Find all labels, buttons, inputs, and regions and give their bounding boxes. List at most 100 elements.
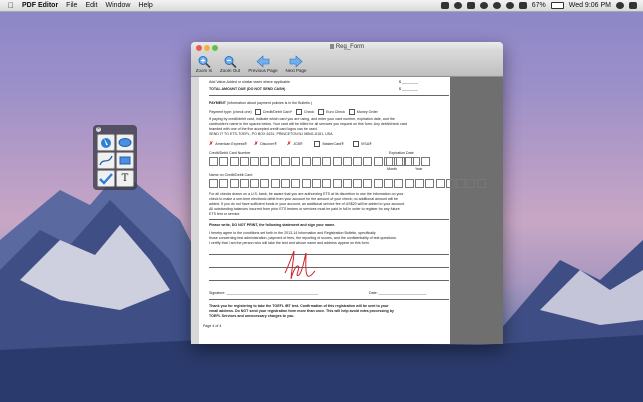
status-icon[interactable] [453, 2, 462, 9]
next-page-button[interactable]: Next Page [281, 55, 311, 73]
checks-note-5: ETS test or service. [209, 212, 241, 216]
month-label: Month [387, 167, 397, 171]
oval-tool-icon [118, 138, 132, 147]
divider [209, 95, 449, 96]
name-on-card-field[interactable] [209, 179, 487, 188]
pdf-window: Reg_Form Zoom In Zoom Out Previous Page … [191, 42, 503, 344]
total-line: TOTAL AMOUNT DUE (DO NOT SEND CASH) [209, 87, 286, 91]
oval-tool-button[interactable] [116, 134, 134, 151]
menu-bar:  PDF Editor File Edit Window Help 67% W… [0, 0, 643, 12]
zoom-out-button[interactable]: Zoom Out [216, 55, 244, 73]
menu-edit[interactable]: Edit [85, 0, 97, 11]
zoom-out-icon [224, 56, 237, 68]
wifi-icon[interactable] [505, 2, 514, 9]
card-instructions-3: branded with one of the five accepted cr… [209, 127, 318, 131]
checks-note-3: added. If you do not have sufficient fun… [209, 202, 406, 206]
pointer-tool-icon [101, 138, 111, 148]
rectangle-tool-icon [119, 156, 131, 165]
bluetooth-icon[interactable] [492, 2, 501, 9]
name-on-card-label: Name on Credit/Debit Card [209, 173, 253, 177]
page-gutter-right [450, 77, 503, 344]
apple-menu-icon[interactable]:  [8, 0, 14, 11]
vat-line: Add Value-Added or similar taxes where a… [209, 80, 291, 84]
arrow-left-icon [256, 55, 270, 68]
total-amount[interactable]: $ ________ [399, 87, 418, 91]
expiration-label: Expiration Date [389, 151, 414, 155]
menu-clock[interactable]: Wed 9:06 PM [569, 0, 611, 11]
thanks-line-2: email address. Do NOT send your registra… [209, 309, 394, 313]
card-instructions-2: cardholder's name in the spaces below. Y… [209, 122, 408, 126]
menu-help[interactable]: Help [138, 0, 152, 11]
expiration-month-field[interactable] [386, 157, 407, 166]
notification-center-icon[interactable] [629, 2, 637, 9]
vat-amount[interactable]: $ ________ [399, 80, 418, 84]
pen-tool-button[interactable] [97, 152, 115, 169]
time-machine-icon[interactable] [479, 2, 488, 9]
money-order-checkbox[interactable] [348, 109, 355, 115]
handwritten-signature[interactable] [279, 245, 319, 285]
close-button[interactable] [196, 45, 202, 51]
card-instructions: If paying by credit/debit card, indicate… [209, 117, 395, 121]
menu-file[interactable]: File [66, 0, 77, 11]
jcb-check-icon[interactable]: ✗ [287, 141, 291, 147]
checks-note-1: For all checks drawn on a U.S. bank, be … [209, 192, 404, 196]
check-checkbox[interactable] [295, 109, 302, 115]
minimize-button[interactable] [204, 45, 210, 51]
write-line-1[interactable] [209, 254, 449, 255]
agree-line-2: those concerning test administration, pa… [209, 236, 397, 240]
discover-check-icon[interactable]: ✗ [254, 141, 258, 147]
mastercard-checkbox[interactable] [314, 141, 321, 148]
previous-page-button[interactable]: Previous Page [244, 55, 282, 73]
battery-icon[interactable] [550, 2, 564, 9]
checks-note-4: All outstanding balances incurred from p… [209, 207, 400, 211]
visa-checkbox[interactable] [352, 141, 359, 148]
write-instruction: Please write, DO NOT PRINT, the followin… [209, 223, 336, 227]
amex-check-icon[interactable]: ✗ [209, 141, 213, 147]
thanks-line-1: Thank you for registering to take the TO… [209, 304, 389, 308]
page-gutter-left [191, 77, 199, 344]
checkmark-icon [99, 173, 113, 185]
tools-palette: × T [93, 125, 137, 190]
euro-check-checkbox[interactable] [318, 109, 325, 115]
volume-icon[interactable] [518, 2, 527, 9]
text-tool-icon: T [121, 173, 129, 184]
check-tool-button[interactable] [97, 170, 115, 187]
zoom-in-icon [198, 56, 211, 68]
search-icon[interactable] [616, 2, 624, 9]
battery-percent[interactable]: 67% [532, 0, 546, 11]
cloud-icon[interactable] [440, 2, 449, 9]
agree-line-1: I hereby agree to the conditions set for… [209, 231, 376, 235]
card-number-label: Credit/Debit Card Number [209, 151, 251, 155]
credit-card-checkbox[interactable] [254, 109, 261, 115]
dropbox-icon[interactable] [466, 2, 475, 9]
toolbar: Zoom In Zoom Out Previous Page Next Page [191, 53, 503, 77]
text-tool-button[interactable]: T [116, 170, 134, 187]
payment-type-row: Payment type: (check one) Credit/Debit C… [209, 109, 378, 115]
page-number: Page 4 of 4 [203, 324, 222, 328]
card-number-field[interactable] [209, 157, 415, 166]
write-line-2[interactable] [209, 267, 449, 268]
card-type-row: ✗ American Express® ✗ Discover® ✗ JCB® Mast… [209, 141, 372, 148]
divider-3 [209, 299, 449, 300]
window-title: Reg_Form [335, 44, 365, 50]
checks-note-2: check to make a one-time electronic debi… [209, 197, 398, 201]
zoom-in-button[interactable]: Zoom In [193, 55, 215, 73]
divider-2 [209, 219, 449, 220]
rectangle-tool-button[interactable] [116, 152, 134, 169]
thanks-line-3: TOEFL Services and unnecessary charges t… [209, 314, 295, 318]
date-label: Date: ________________________ [369, 291, 427, 295]
menu-window[interactable]: Window [106, 0, 131, 11]
arrow-right-icon [289, 55, 303, 68]
payment-heading: PAYMENT (information about payment polic… [209, 101, 313, 105]
pen-tool-icon [99, 155, 113, 166]
pointer-tool-button[interactable] [97, 134, 115, 151]
palette-close-icon[interactable]: × [96, 127, 101, 132]
write-line-3[interactable] [209, 280, 449, 281]
pdf-page[interactable]: Add Value-Added or similar taxes where a… [199, 77, 486, 344]
app-menu[interactable]: PDF Editor [22, 0, 58, 11]
window-titlebar: Reg_Form [191, 42, 503, 53]
expiration-year-field[interactable] [411, 157, 432, 166]
year-label: Year [415, 167, 423, 171]
signature-label: Signature: _____________________________… [209, 291, 319, 295]
zoom-button[interactable] [212, 45, 218, 51]
